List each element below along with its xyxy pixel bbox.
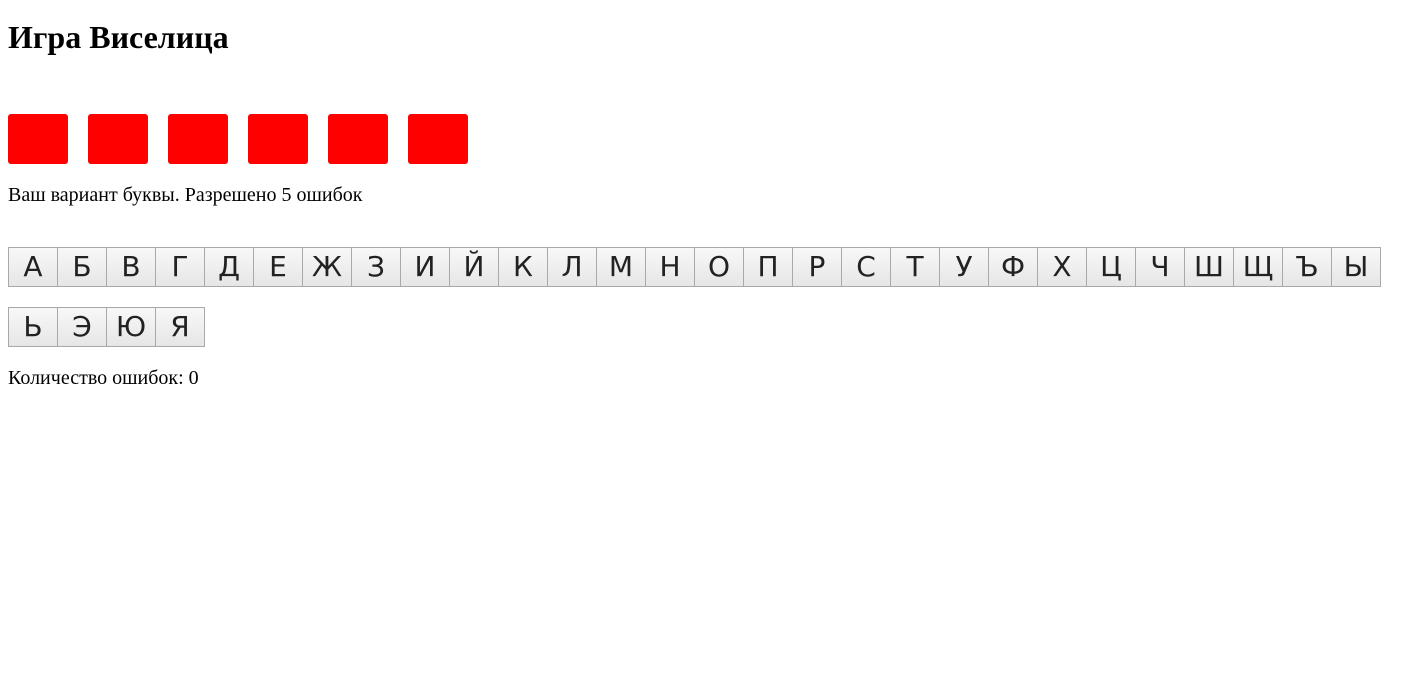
letter-button[interactable]: Ю [106, 307, 156, 347]
letter-button[interactable]: С [841, 247, 891, 287]
letter-button[interactable]: Х [1037, 247, 1087, 287]
page-title: Игра Виселица [8, 19, 229, 55]
letter-slot [168, 114, 228, 164]
letter-button[interactable]: У [939, 247, 989, 287]
letter-button[interactable]: Е [253, 247, 303, 287]
letter-button[interactable]: Т [890, 247, 940, 287]
letter-button[interactable]: Ь [8, 307, 58, 347]
letter-button[interactable]: З [351, 247, 401, 287]
letter-button[interactable]: Э [57, 307, 107, 347]
instructions-text: Ваш вариант буквы. Разрешено 5 ошибок [8, 184, 363, 206]
letter-button[interactable]: Ц [1086, 247, 1136, 287]
letter-button[interactable]: Г [155, 247, 205, 287]
letter-button[interactable]: Ж [302, 247, 352, 287]
letter-button[interactable]: В [106, 247, 156, 287]
letter-slot [328, 114, 388, 164]
letter-button[interactable]: Ш [1184, 247, 1234, 287]
letter-button[interactable]: М [596, 247, 646, 287]
letter-button[interactable]: Д [204, 247, 254, 287]
letter-button[interactable]: Ы [1331, 247, 1381, 287]
letter-button[interactable]: А [8, 247, 58, 287]
word-slots [8, 114, 468, 164]
letter-button[interactable]: Н [645, 247, 695, 287]
keyboard-row: ЬЭЮЯ [8, 307, 1412, 347]
letter-button[interactable]: Ф [988, 247, 1038, 287]
error-count: Количество ошибок: 0 [8, 367, 199, 389]
letter-keyboard: АБВГДЕЖЗИЙКЛМНОПРСТУФХЦЧШЩЪЫ ЬЭЮЯ [8, 247, 1412, 367]
letter-button[interactable]: Ъ [1282, 247, 1332, 287]
letter-button[interactable]: Я [155, 307, 205, 347]
letter-slot [88, 114, 148, 164]
letter-button[interactable]: П [743, 247, 793, 287]
letter-button[interactable]: Ч [1135, 247, 1185, 287]
letter-button[interactable]: И [400, 247, 450, 287]
letter-button[interactable]: Й [449, 247, 499, 287]
letter-button[interactable]: К [498, 247, 548, 287]
letter-button[interactable]: Щ [1233, 247, 1283, 287]
letter-button[interactable]: Б [57, 247, 107, 287]
letter-button[interactable]: О [694, 247, 744, 287]
keyboard-row: АБВГДЕЖЗИЙКЛМНОПРСТУФХЦЧШЩЪЫ [8, 247, 1412, 287]
letter-slot [408, 114, 468, 164]
letter-slot [8, 114, 68, 164]
letter-button[interactable]: Л [547, 247, 597, 287]
letter-slot [248, 114, 308, 164]
letter-button[interactable]: Р [792, 247, 842, 287]
